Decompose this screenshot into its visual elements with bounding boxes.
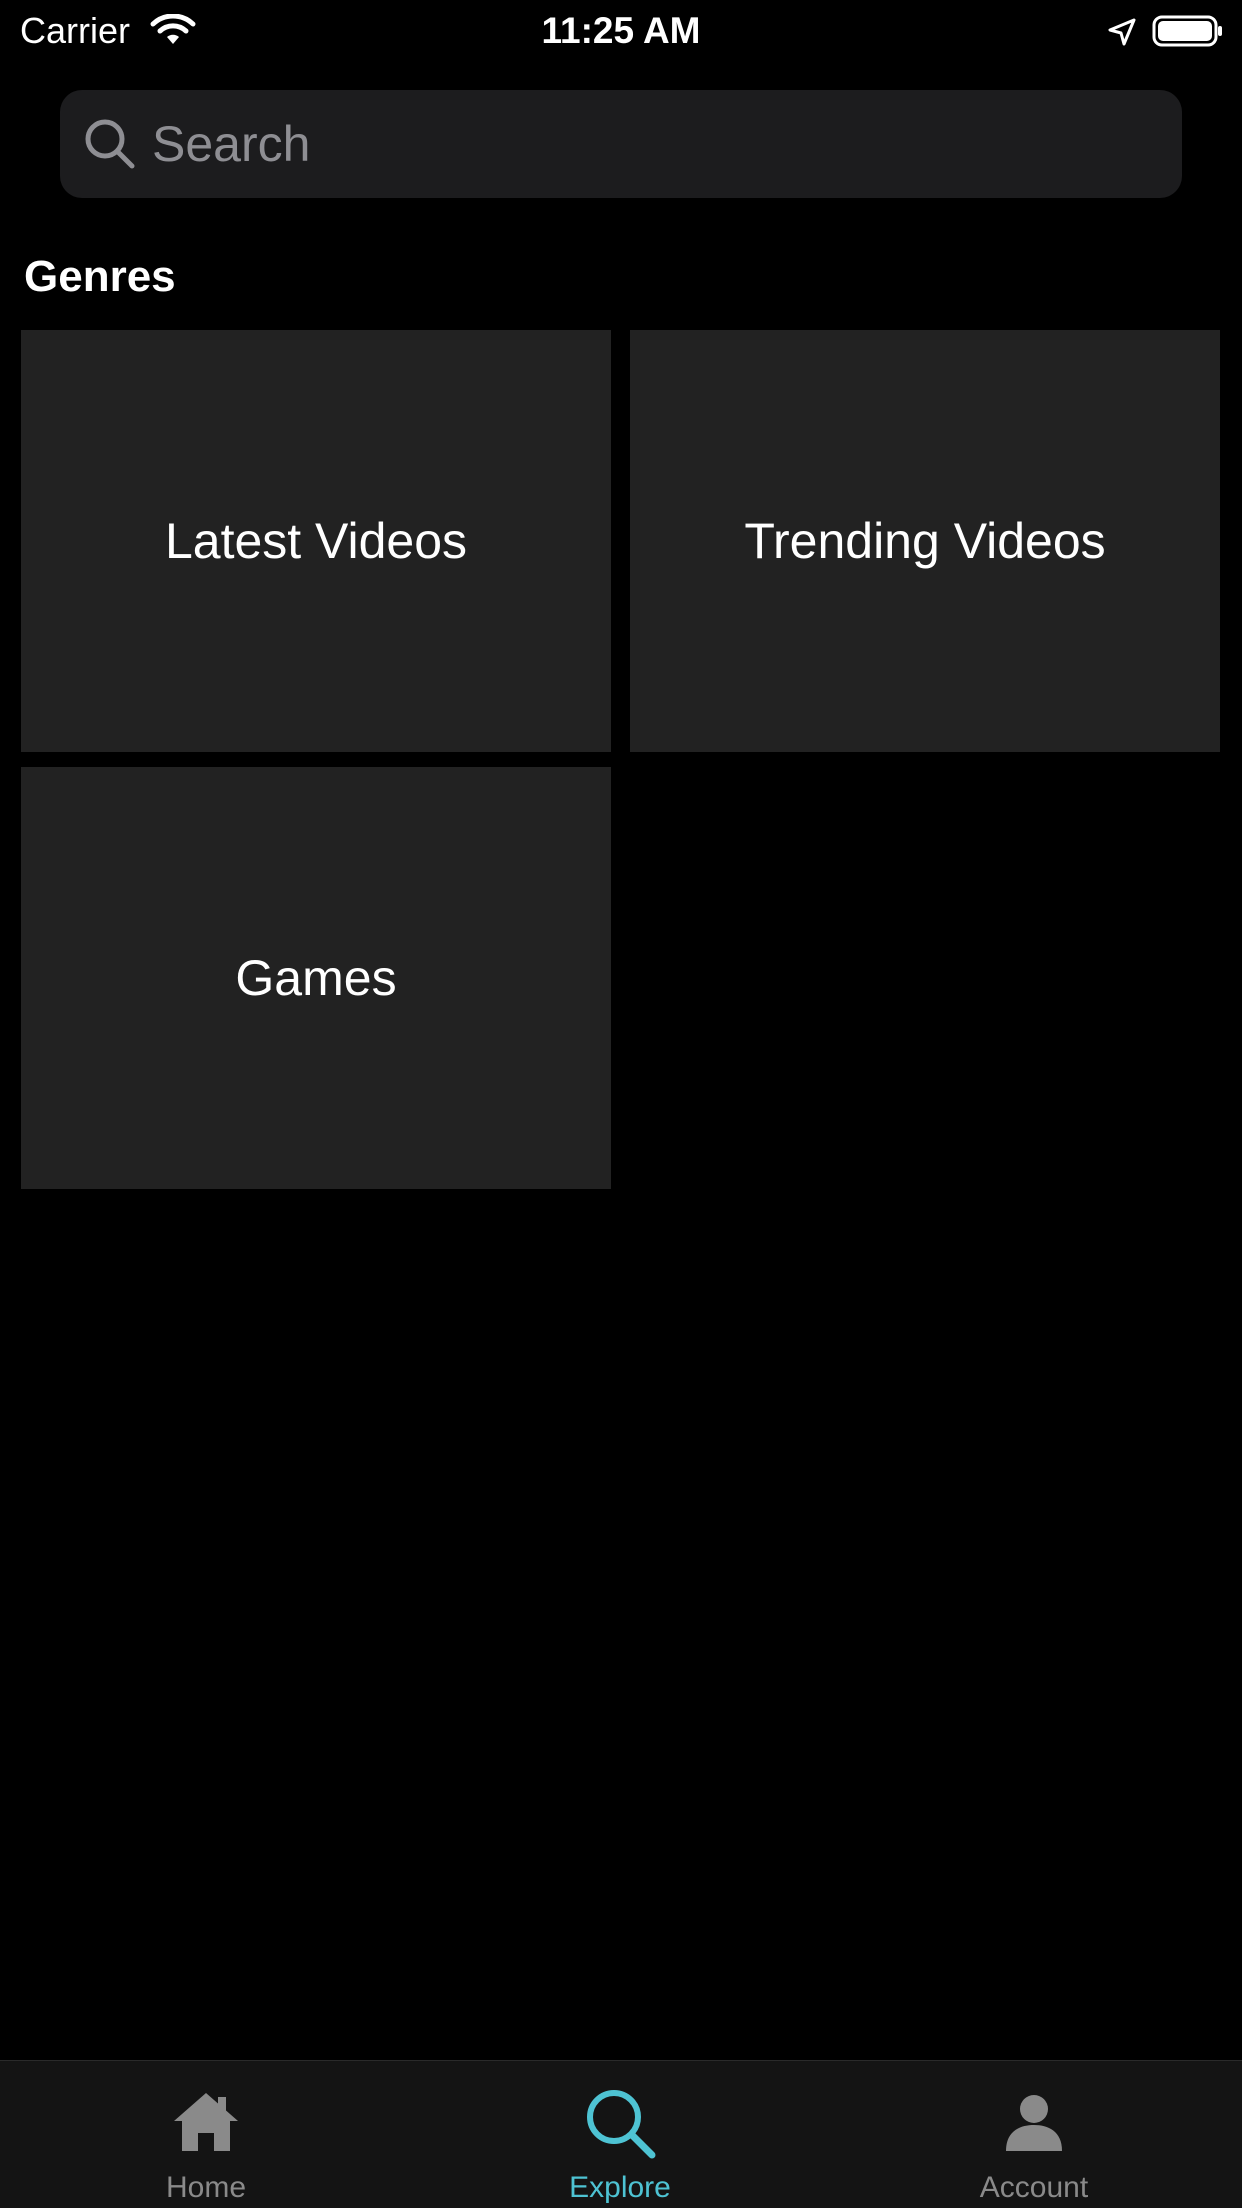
tab-label: Account — [979, 2171, 1089, 2204]
genre-tile-label: Latest Videos — [164, 513, 468, 569]
genre-tile-games[interactable]: Games — [21, 767, 611, 1189]
genre-tile-label: Games — [235, 950, 397, 1006]
house-icon — [174, 2093, 238, 2151]
tab-explore[interactable]: Explore — [490, 2061, 750, 2208]
search-input[interactable] — [152, 90, 1152, 198]
tab-label: Home — [165, 2171, 247, 2204]
search-icon — [587, 2090, 656, 2159]
location-arrow-icon — [1108, 18, 1136, 46]
genres-title: Genres — [24, 252, 176, 301]
genre-tile-trending-videos[interactable]: Trending Videos — [630, 330, 1220, 752]
clock: 11:25 AM — [541, 10, 701, 51]
tab-bar: Home Explore Account — [0, 2060, 1242, 2208]
tab-account[interactable]: Account — [904, 2061, 1164, 2208]
tab-label: Explore — [569, 2171, 671, 2204]
genre-tile-latest-videos[interactable]: Latest Videos — [21, 330, 611, 752]
search-icon — [85, 119, 135, 169]
search-bar[interactable] — [60, 90, 1182, 198]
genre-tile-label: Trending Videos — [744, 513, 1106, 569]
tab-home[interactable]: Home — [76, 2061, 336, 2208]
person-icon — [1006, 2095, 1062, 2151]
status-bar: Carrier 11:25 AM — [0, 0, 1242, 62]
battery-icon — [1152, 15, 1222, 47]
